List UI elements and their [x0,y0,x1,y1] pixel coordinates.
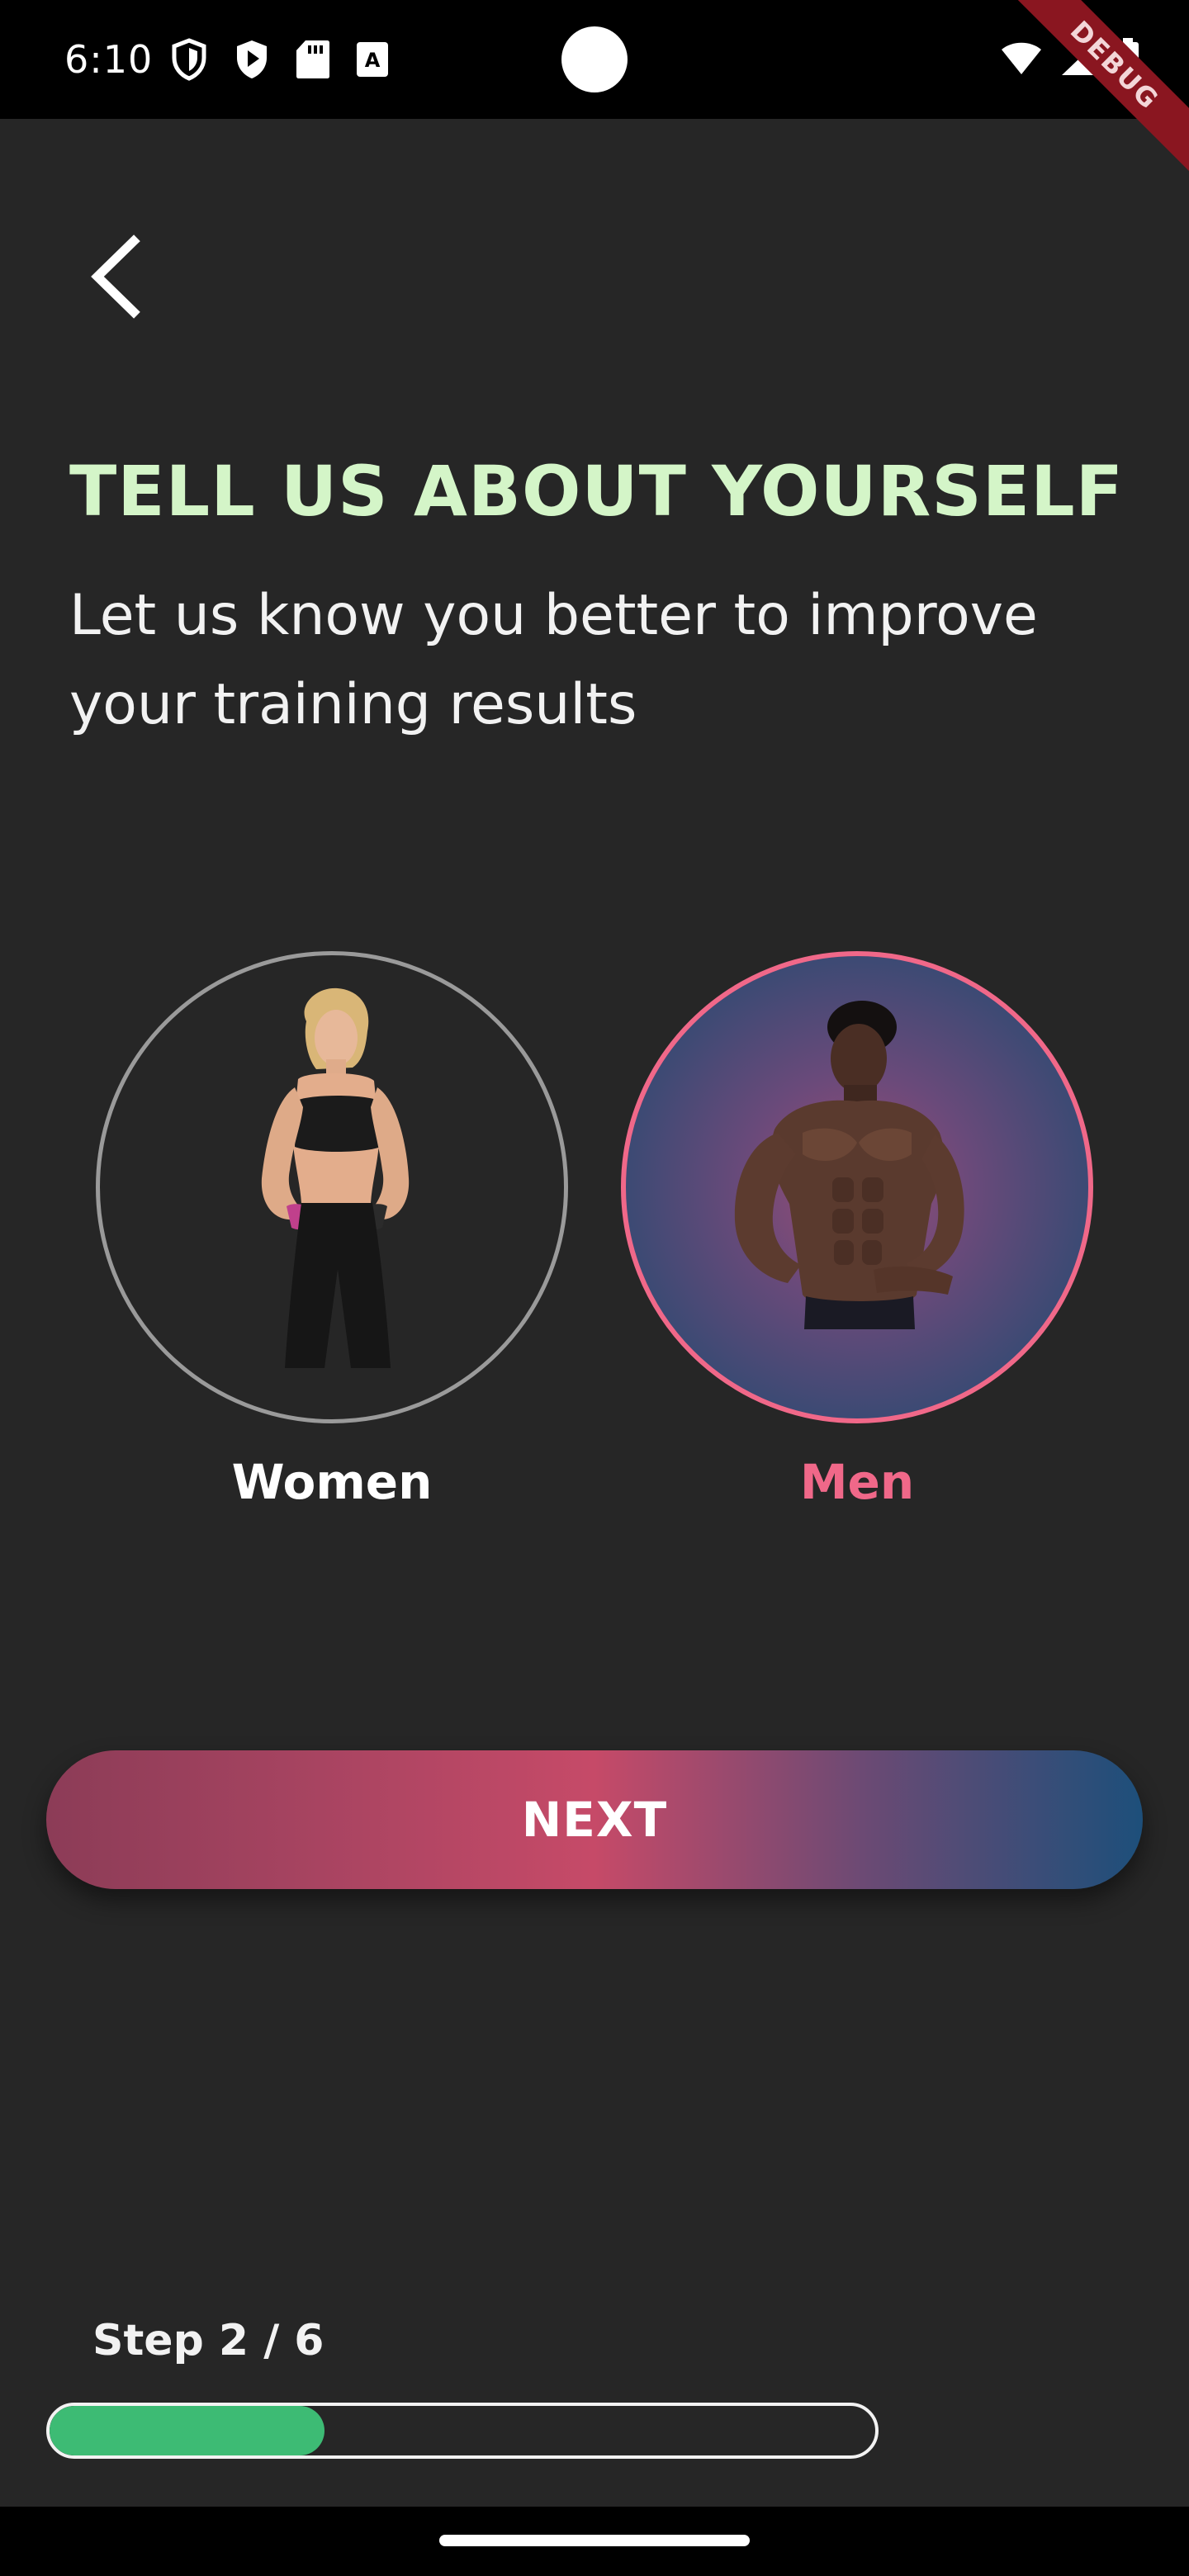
navigation-bar [0,2507,1189,2576]
camera-cutout [561,26,628,92]
men-avatar-circle[interactable] [621,951,1093,1423]
next-button[interactable]: NEXT [46,1750,1143,1889]
man-athlete-image [734,1001,964,1329]
font-badge-icon: A [355,40,390,78]
gender-option-men[interactable]: Men [618,951,1097,1511]
home-indicator[interactable] [439,2535,750,2546]
woman-athlete-image [261,987,410,1368]
chevron-left-icon [91,234,140,319]
next-button-label: NEXT [521,1792,668,1848]
sd-card-icon [296,39,330,80]
gender-label-men: Men [799,1454,915,1510]
play-store-icon [233,38,271,81]
svg-text:A: A [365,49,381,72]
battery-icon [1116,38,1139,83]
status-icons-left: A [170,38,390,81]
app-screen: 6:10 A DEBUG TELL US ABOUT YOURSELF Let … [0,0,1189,2576]
gender-option-women[interactable]: Women [92,951,571,1511]
status-time: 6:10 [64,37,154,82]
debug-banner: DEBUG [1007,0,1189,182]
page-title: TELL US ABOUT YOURSELF [69,451,1125,532]
back-button[interactable] [79,231,154,322]
progress-fill [50,2406,324,2455]
status-bar: 6:10 A DEBUG [0,0,1189,175]
status-icons-right [1001,38,1139,83]
gender-label-women: Women [231,1454,433,1510]
shield-icon [170,38,208,81]
cellular-signal-icon [1060,40,1098,80]
debug-ribbon: DEBUG [1007,0,1189,175]
progress-bar [46,2403,879,2459]
women-avatar-circle[interactable] [96,951,568,1423]
page-subtitle: Let us know you better to improve your t… [69,583,1038,737]
step-label: Step 2 / 6 [92,2316,324,2365]
wifi-icon [1001,41,1042,79]
